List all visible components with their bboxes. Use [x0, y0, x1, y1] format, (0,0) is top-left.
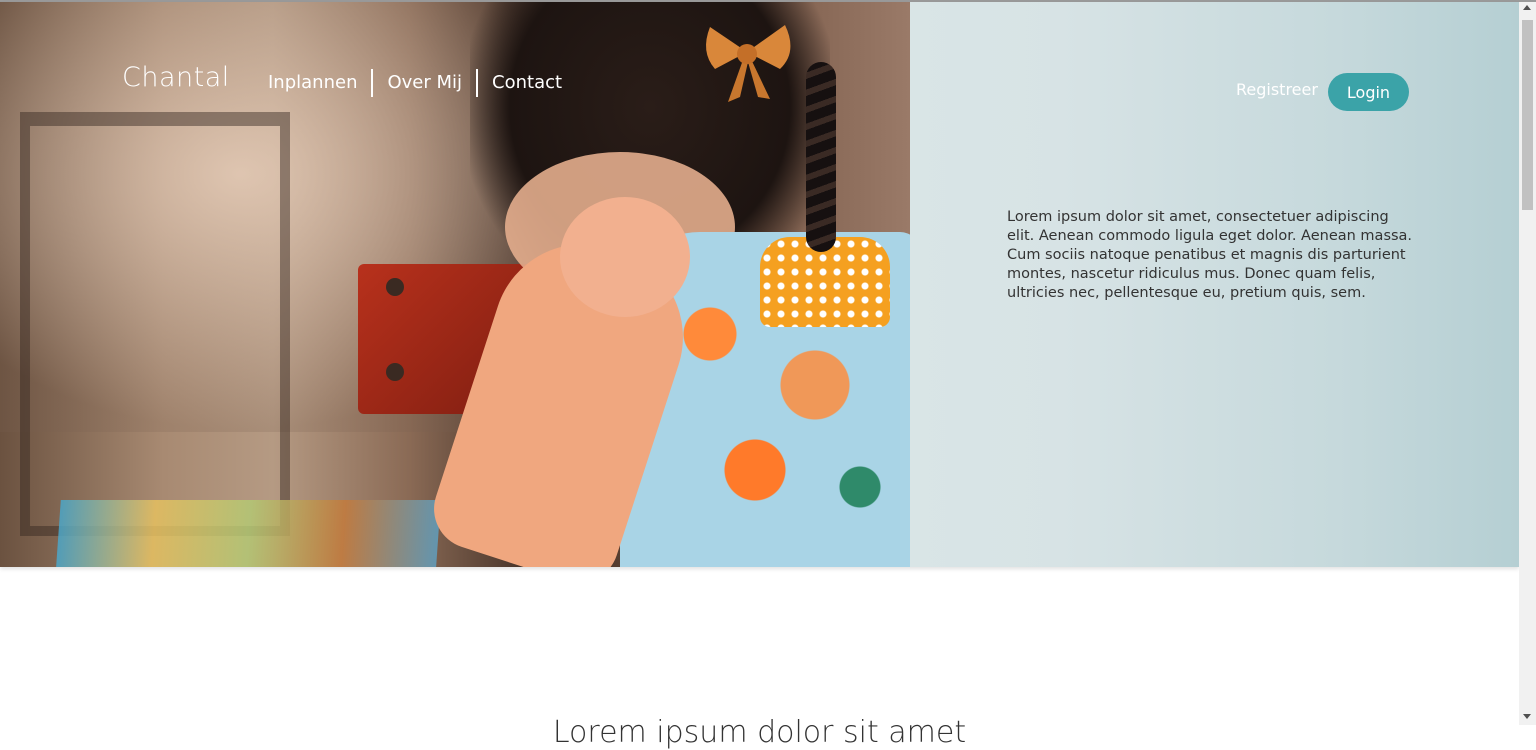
- main-nav: Inplannen Over Mij Contact: [268, 68, 576, 98]
- section-title: Lorem ipsum dolor sit amet: [552, 714, 967, 750]
- login-button[interactable]: Login: [1328, 73, 1409, 111]
- scrollbar-thumb[interactable]: [1522, 20, 1533, 210]
- nav-item-inplannen[interactable]: Inplannen: [268, 68, 371, 98]
- nav-item-over-mij[interactable]: Over Mij: [373, 68, 476, 98]
- brand-logo[interactable]: Chantal: [122, 62, 230, 93]
- nav-item-contact[interactable]: Contact: [478, 68, 576, 98]
- register-link[interactable]: Registreer: [1236, 80, 1318, 99]
- scroll-down-arrow-icon[interactable]: [1523, 714, 1531, 719]
- scroll-up-arrow-icon[interactable]: [1523, 5, 1531, 10]
- hero-intro-text: Lorem ipsum dolor sit amet, consectetuer…: [1007, 208, 1413, 302]
